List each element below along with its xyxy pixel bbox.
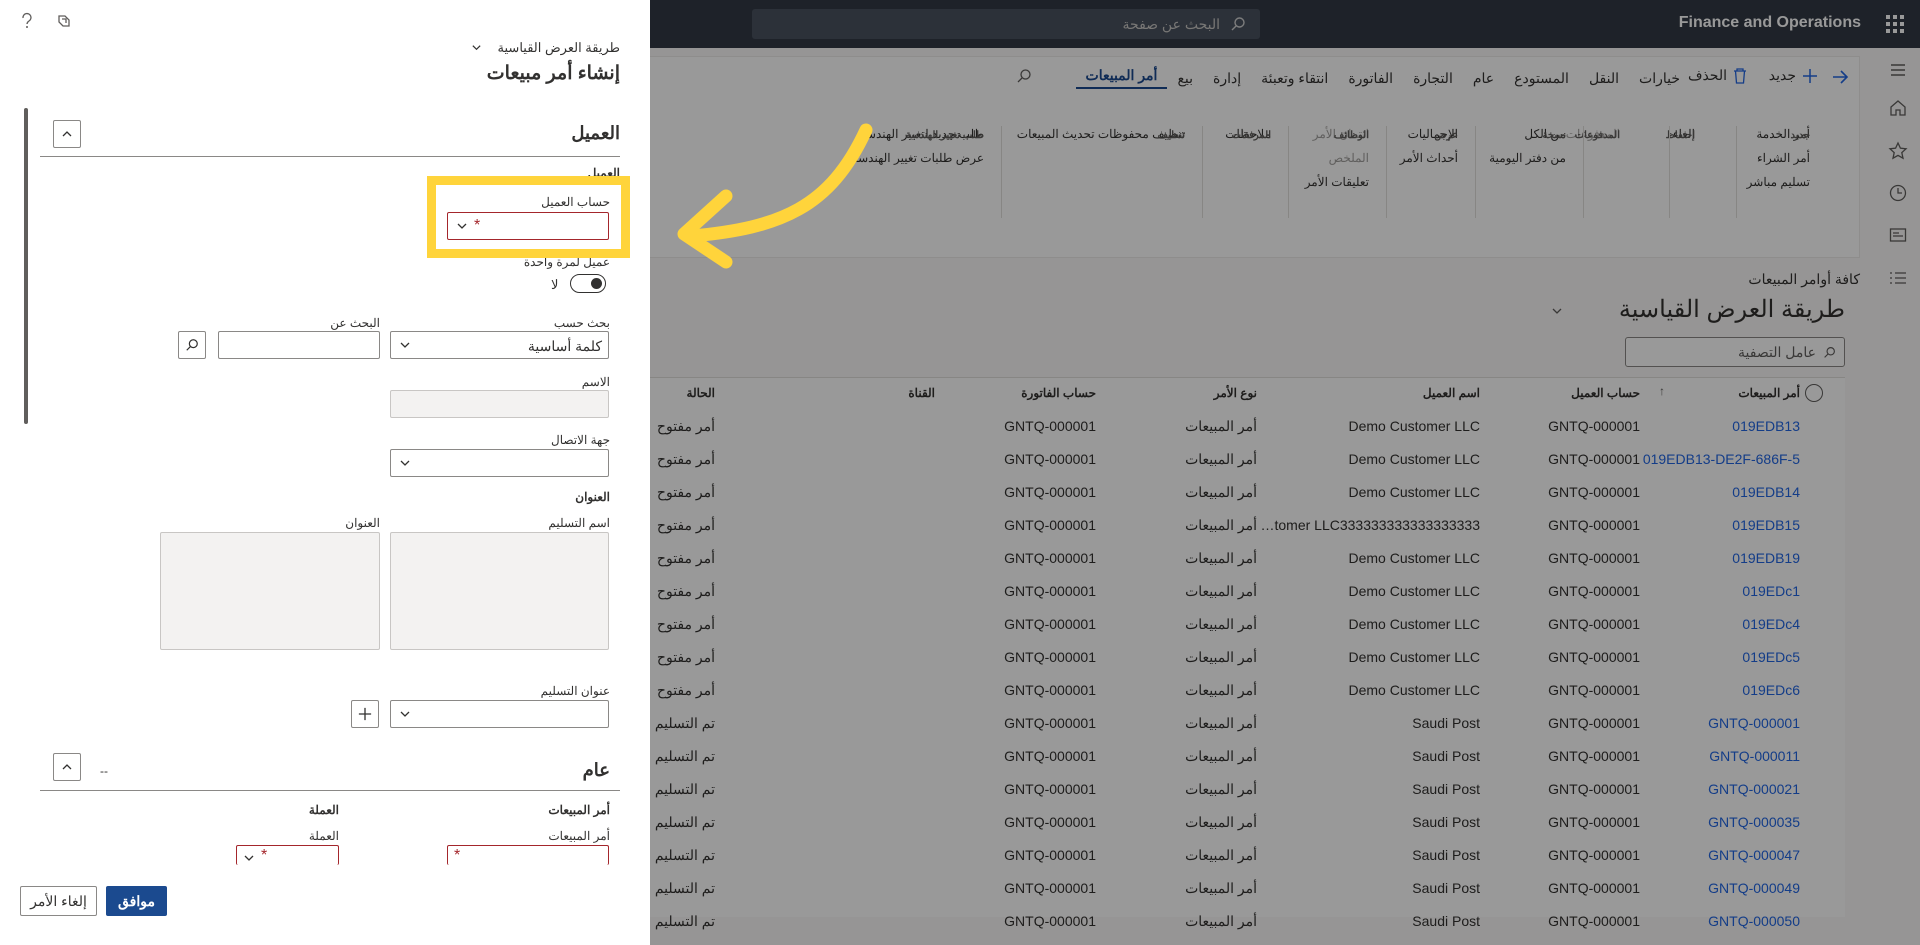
- help-icon[interactable]: [20, 12, 34, 30]
- one-time-toggle[interactable]: [570, 274, 606, 293]
- customer-search-button[interactable]: [178, 331, 206, 359]
- panel-footer: [0, 866, 650, 945]
- panel-title: إنشاء أمر مبيعات: [486, 63, 620, 84]
- add-icon: [358, 707, 372, 721]
- cancel-button[interactable]: إلغاء الأمر: [20, 886, 97, 916]
- chevron-up-icon: [62, 131, 72, 137]
- create-sales-order-panel: طريقة العرض القياسية إنشاء أمر مبيعات ال…: [0, 0, 650, 945]
- contact-label: جهة الاتصال: [550, 433, 610, 447]
- chevron-up-icon: [62, 764, 72, 770]
- one-time-value: لا: [551, 277, 559, 292]
- sales-order-header: أمر المبيعات: [548, 803, 610, 817]
- chevron-down-icon: [244, 855, 254, 861]
- delivery-name-field[interactable]: [390, 532, 609, 650]
- ok-button[interactable]: موافق: [106, 886, 167, 916]
- collapse-customer-button[interactable]: [53, 120, 81, 148]
- add-address-button[interactable]: [351, 700, 379, 728]
- name-label: الاسم: [581, 375, 610, 389]
- sales-order-field[interactable]: *: [447, 845, 609, 865]
- contact-select[interactable]: [390, 449, 609, 477]
- chevron-down-icon: [400, 342, 410, 348]
- search-by-select[interactable]: كلمة أساسية: [390, 331, 609, 359]
- delivery-address-label: عنوان التسليم: [540, 684, 610, 698]
- delivery-address-select[interactable]: [390, 700, 609, 728]
- name-field[interactable]: [390, 390, 609, 418]
- search-by-value: كلمة أساسية: [527, 338, 602, 354]
- collapse-general-button[interactable]: [53, 753, 81, 781]
- section-divider: [40, 790, 620, 791]
- search-icon: [186, 339, 198, 351]
- currency-header: العملة: [308, 803, 339, 817]
- required-mark: *: [454, 847, 461, 864]
- panel-view-name[interactable]: طريقة العرض القياسية: [498, 40, 620, 56]
- address-label: العنوان: [345, 516, 380, 530]
- address-field[interactable]: [160, 532, 380, 650]
- address-header: العنوان: [575, 490, 610, 504]
- section-divider: [40, 156, 620, 157]
- required-mark: *: [261, 847, 268, 864]
- delivery-name-label: اسم التسليم: [548, 516, 610, 530]
- currency-field[interactable]: *: [236, 845, 339, 865]
- chevron-down-icon: [400, 460, 410, 466]
- annotation-arrow-icon: [677, 123, 873, 269]
- panel-scrollbar[interactable]: [24, 108, 28, 424]
- highlight-box: [427, 176, 630, 258]
- search-for-input[interactable]: [218, 331, 380, 359]
- currency-label: العملة: [308, 829, 339, 843]
- chevron-down-icon: [400, 711, 410, 717]
- copilot-icon[interactable]: [56, 13, 72, 29]
- sales-order-label: أمر المبيعات: [548, 829, 610, 843]
- general-summary: --: [100, 764, 108, 778]
- chevron-down-icon[interactable]: [471, 42, 482, 53]
- section-general-title[interactable]: عام: [583, 760, 610, 781]
- search-for-label: البحث عن: [330, 316, 380, 330]
- search-by-label: بحث حسب: [553, 316, 610, 330]
- section-customer-title[interactable]: العميل: [571, 123, 620, 144]
